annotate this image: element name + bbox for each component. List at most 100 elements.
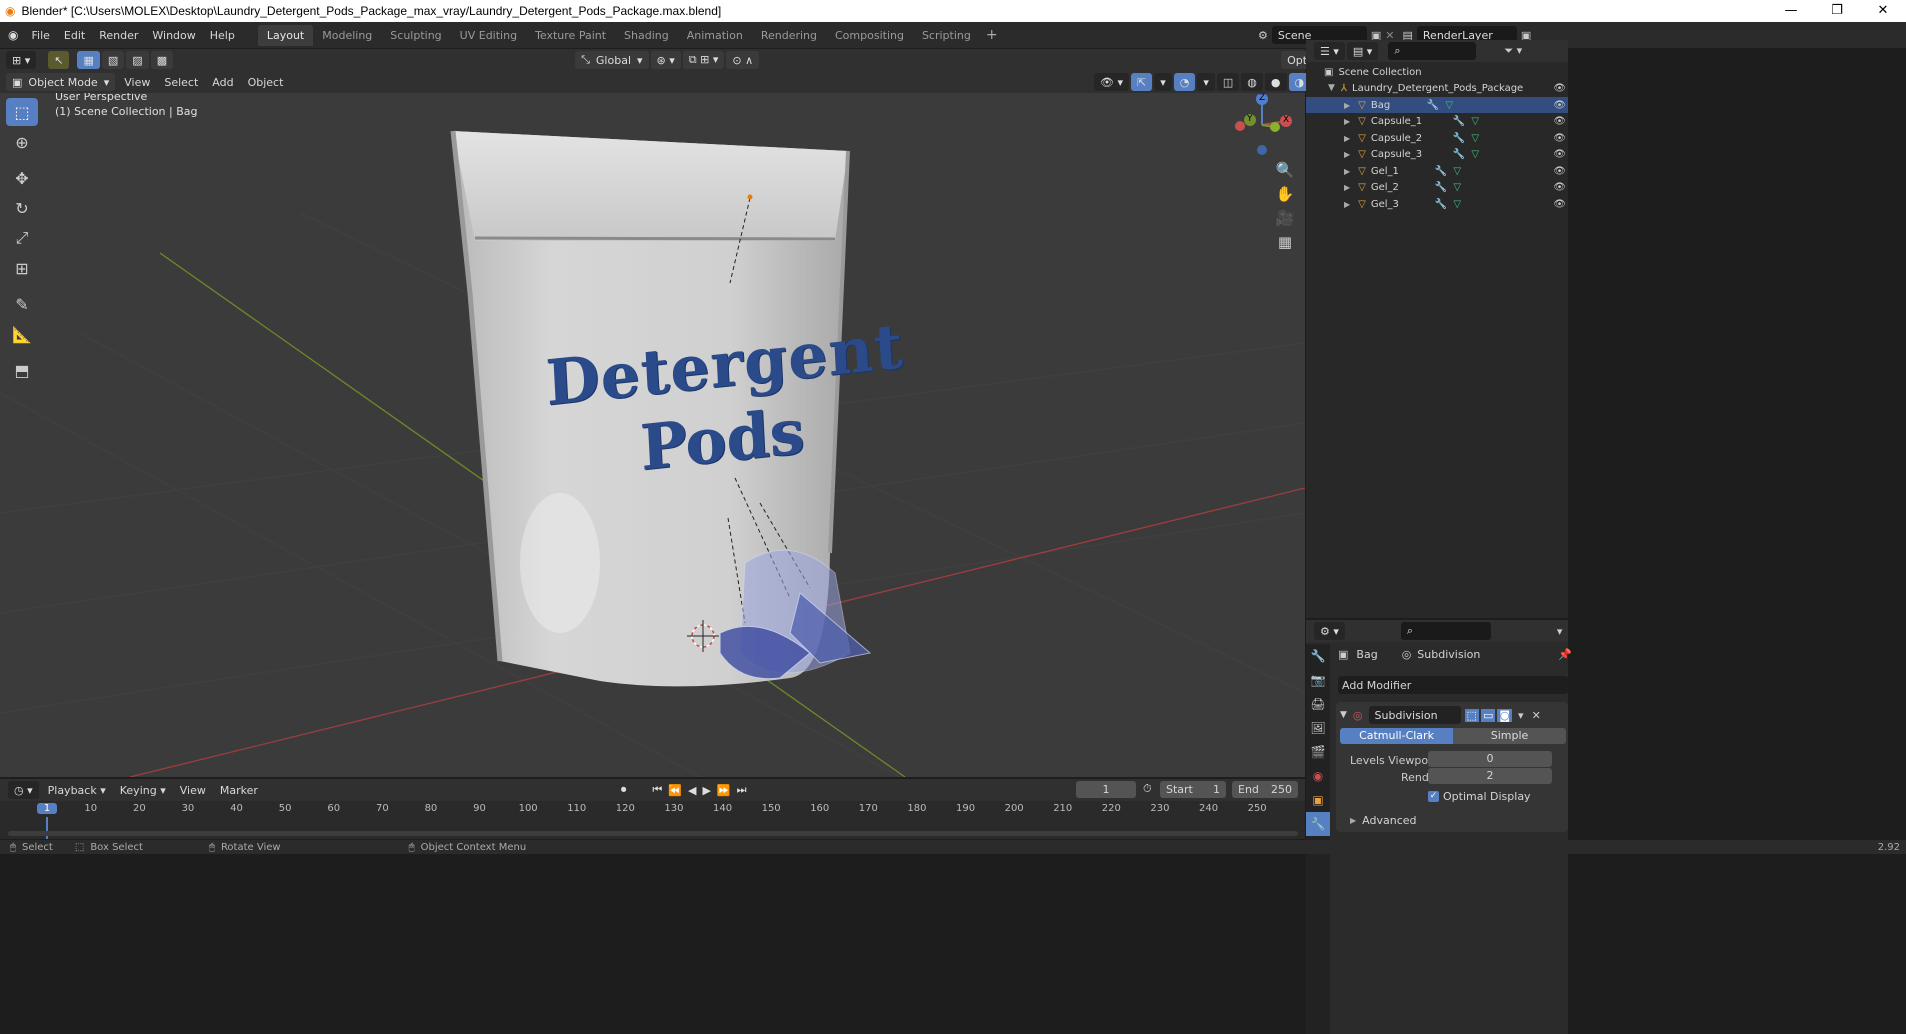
cursor-tool-icon[interactable]: ⊕ bbox=[6, 128, 38, 156]
visibility-eye-icon[interactable]: 👁 bbox=[1553, 83, 1566, 94]
view-layer-tab-icon[interactable]: 🖼 bbox=[1306, 716, 1330, 740]
proportional-edit-icon[interactable]: ⊙ ∧ bbox=[726, 51, 760, 69]
mesh-data-icon[interactable]: ▽ bbox=[1453, 199, 1461, 210]
start-frame-field[interactable]: Start 1 bbox=[1160, 781, 1226, 798]
rotate-tool-icon[interactable]: ↻ bbox=[6, 194, 38, 222]
timeline-menu-keying[interactable]: Keying ▾ bbox=[113, 784, 173, 797]
minimize-button[interactable]: — bbox=[1768, 0, 1814, 22]
scale-tool-icon[interactable]: ⤢ bbox=[6, 224, 38, 252]
menu-file[interactable]: File bbox=[24, 29, 56, 42]
modifier-wrench-icon[interactable]: 🔧 bbox=[1427, 100, 1439, 111]
output-tab-icon[interactable]: 🖨 bbox=[1306, 692, 1330, 716]
add-workspace-icon[interactable]: + bbox=[980, 27, 1004, 43]
viewport-toggle-icon[interactable]: ▭ bbox=[1480, 708, 1496, 722]
outliner-object-row[interactable]: ▶ ▽ Gel_2 🔧 ▽ 👁 bbox=[1306, 180, 1568, 196]
overlay-dropdown-icon[interactable]: ▾ bbox=[1197, 73, 1215, 91]
outliner-search-input[interactable]: ⌕ bbox=[1388, 42, 1477, 60]
delete-modifier-icon[interactable]: ✕ bbox=[1532, 709, 1541, 722]
scene-icon[interactable]: ⚙ bbox=[1258, 29, 1268, 42]
modifier-wrench-icon[interactable]: 🔧 bbox=[1453, 149, 1465, 160]
tab-rendering[interactable]: Rendering bbox=[752, 25, 826, 46]
timeline-menu-playback[interactable]: Playback ▾ bbox=[41, 784, 113, 797]
menu-window[interactable]: Window bbox=[145, 29, 202, 42]
world-tab-icon[interactable]: ◉ bbox=[1306, 764, 1330, 788]
properties-options-icon[interactable]: ▾ bbox=[1557, 625, 1563, 638]
end-frame-field[interactable]: End 250 bbox=[1232, 781, 1298, 798]
modifier-wrench-icon[interactable]: 🔧 bbox=[1453, 116, 1465, 127]
timeline-menu-marker[interactable]: Marker bbox=[213, 784, 265, 797]
play-icon[interactable]: ▶ bbox=[702, 784, 710, 797]
camera-view-icon[interactable]: 🎥 bbox=[1272, 206, 1298, 230]
close-button[interactable]: ✕ bbox=[1860, 0, 1906, 22]
mesh-data-icon[interactable]: ▽ bbox=[1453, 182, 1461, 193]
transform-tool-icon[interactable]: ⊞ bbox=[6, 254, 38, 282]
snap-icon[interactable]: ⧉ ⊞ ▾ bbox=[682, 51, 725, 69]
measure-tool-icon[interactable]: 📐 bbox=[6, 320, 38, 348]
pan-hand-icon[interactable]: ✋ bbox=[1272, 182, 1298, 206]
mesh-data-icon[interactable]: ▽ bbox=[1471, 149, 1479, 160]
properties-search-input[interactable]: ⌕ bbox=[1400, 622, 1491, 640]
tab-compositing[interactable]: Compositing bbox=[826, 25, 913, 46]
outliner-object-row[interactable]: ▶ ▽ Capsule_3 🔧 ▽ 👁 bbox=[1306, 147, 1568, 163]
gizmo-dropdown-icon[interactable]: ▾ bbox=[1154, 73, 1172, 91]
menu-render[interactable]: Render bbox=[92, 29, 145, 42]
xray-icon[interactable]: ◫ bbox=[1216, 73, 1240, 91]
maximize-button[interactable]: ❐ bbox=[1814, 0, 1860, 22]
pivot-point-icon[interactable]: ⊛ ▾ bbox=[650, 51, 681, 69]
add-modifier-button[interactable]: Add Modifier bbox=[1338, 676, 1568, 694]
object-tab-icon[interactable]: ▣ bbox=[1306, 788, 1330, 812]
timeline-ruler[interactable]: 1 10 20 30 40 50 60 70 80 90 100 110 120 130 140 150 160… bbox=[0, 801, 1305, 839]
tab-layout[interactable]: Layout bbox=[257, 24, 314, 46]
collapse-arrow-icon[interactable]: ▼ bbox=[1340, 710, 1347, 720]
expand-arrow-icon[interactable]: ▶ bbox=[1344, 200, 1350, 209]
render-tab-icon[interactable]: 📷 bbox=[1306, 668, 1330, 692]
tab-animation[interactable]: Animation bbox=[678, 25, 752, 46]
timeline-menu-view[interactable]: View bbox=[173, 784, 213, 797]
mesh-data-icon[interactable]: ▽ bbox=[1471, 133, 1479, 144]
render-levels-field[interactable]: 2 bbox=[1428, 768, 1552, 784]
annotate-tool-icon[interactable]: ✎ bbox=[6, 290, 38, 318]
mesh-data-icon[interactable]: ▽ bbox=[1453, 166, 1461, 177]
modifier-dropdown-icon[interactable]: ▾ bbox=[1518, 709, 1524, 722]
timeline-scrollbar[interactable] bbox=[8, 831, 1298, 836]
select-subtract-icon[interactable]: ▨ bbox=[126, 51, 149, 69]
zoom-icon[interactable]: 🔍 bbox=[1272, 158, 1298, 182]
timeline-editor-type-icon[interactable]: ◷ ▾ bbox=[8, 781, 39, 799]
jump-end-icon[interactable]: ⏭ bbox=[737, 783, 747, 797]
tab-sculpting[interactable]: Sculpting bbox=[381, 25, 450, 46]
tab-scripting[interactable]: Scripting bbox=[913, 25, 980, 46]
expand-arrow-icon[interactable]: ▶ bbox=[1344, 101, 1350, 110]
viewport-menu-object[interactable]: Object bbox=[241, 76, 291, 89]
visibility-eye-icon[interactable]: 👁 bbox=[1553, 149, 1566, 160]
outliner-filter-icon[interactable]: ⏷ ▾ bbox=[1504, 44, 1522, 58]
expand-arrow-icon[interactable]: ▶ bbox=[1344, 183, 1350, 192]
stopwatch-icon[interactable]: ⏱ bbox=[1143, 782, 1152, 796]
tab-modeling[interactable]: Modeling bbox=[313, 25, 381, 46]
add-cube-tool-icon[interactable]: ⬒ bbox=[6, 356, 38, 384]
mesh-data-icon[interactable]: ▽ bbox=[1445, 100, 1453, 111]
viewport-menu-add[interactable]: Add bbox=[205, 76, 240, 89]
tab-uv-editing[interactable]: UV Editing bbox=[451, 25, 526, 46]
optimal-display-checkbox[interactable]: ✓ bbox=[1428, 791, 1439, 802]
outliner-editor-type-icon[interactable]: ☰ ▾ bbox=[1314, 42, 1345, 60]
move-tool-icon[interactable]: ✥ bbox=[6, 164, 38, 192]
outliner-object-row[interactable]: ▶ ▽ Capsule_1 🔧 ▽ 👁 bbox=[1306, 114, 1568, 130]
select-box-icon[interactable]: ⬚ bbox=[6, 98, 38, 126]
record-icon[interactable]: ⏺ bbox=[621, 783, 627, 797]
visibility-eye-icon[interactable]: 👁 bbox=[1553, 116, 1566, 127]
outliner-collection-row[interactable]: ▼ ⅄ Laundry_Detergent_Pods_Package 👁 bbox=[1306, 80, 1568, 96]
outliner-object-row[interactable]: ▶ ▽ Bag 🔧 ▽ 👁 bbox=[1306, 97, 1568, 113]
visibility-eye-icon[interactable]: 👁 bbox=[1553, 133, 1566, 144]
mode-dropdown[interactable]: ▣ Object Mode ▾ bbox=[6, 73, 116, 91]
visibility-icon[interactable]: 👁 ▾ bbox=[1094, 73, 1129, 91]
modifier-name-input[interactable]: Subdivision bbox=[1368, 706, 1461, 724]
select-invert-icon[interactable]: ▩ bbox=[150, 51, 174, 69]
select-mode-icon[interactable]: ↖ bbox=[48, 51, 70, 69]
expand-arrow-icon[interactable]: ▼ bbox=[1328, 83, 1335, 93]
tab-texture-paint[interactable]: Texture Paint bbox=[526, 25, 615, 46]
transform-orientation-dropdown[interactable]: ⤡ Global ▾ bbox=[575, 51, 649, 69]
viewport-menu-view[interactable]: View bbox=[117, 76, 157, 89]
select-new-icon[interactable]: ▦ bbox=[77, 51, 100, 69]
navigation-gizmo[interactable]: Z Y X bbox=[1232, 92, 1296, 156]
modifier-tab-icon[interactable]: 🔧 bbox=[1306, 812, 1330, 836]
